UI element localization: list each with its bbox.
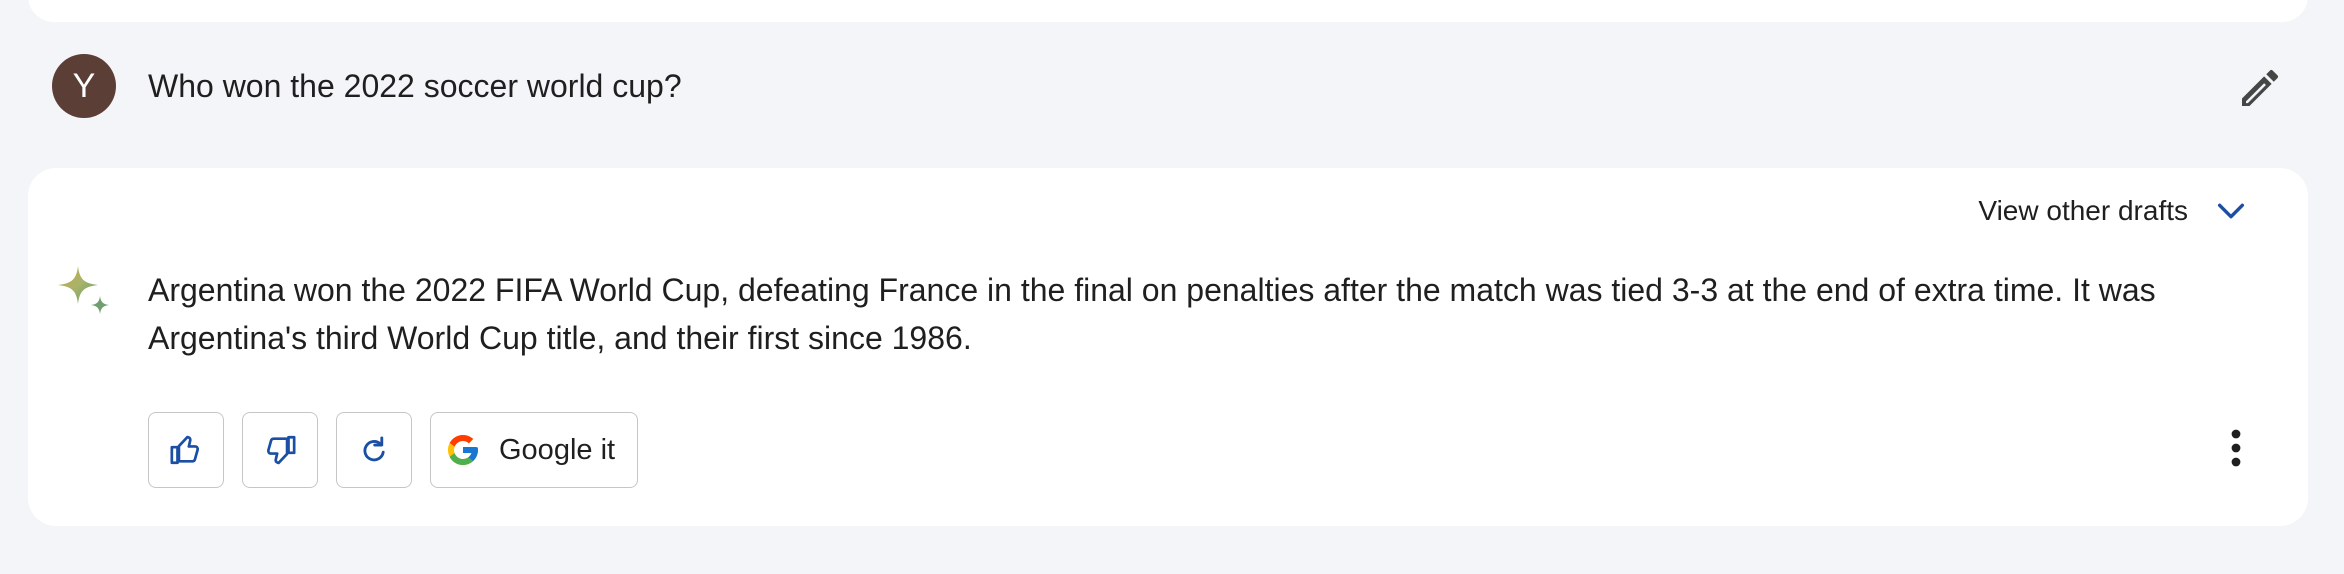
refresh-icon [363, 436, 385, 462]
google-it-label: Google it [499, 433, 616, 466]
regenerate-button[interactable] [336, 412, 412, 488]
thumbs-up-button[interactable] [148, 412, 224, 488]
google-it-button[interactable]: Google it [430, 412, 639, 488]
previous-response-card [28, 0, 2308, 22]
chevron-down-icon [2217, 203, 2245, 219]
thumbs-up-icon [170, 435, 200, 465]
response-actions: Google it [148, 412, 639, 488]
more-vert-icon [2231, 429, 2241, 467]
user-query-row: Y Who won the 2022 soccer world cup? [0, 50, 2344, 126]
thumbs-down-icon [266, 435, 296, 465]
response-text: Argentina won the 2022 FIFA World Cup, d… [148, 272, 2156, 356]
view-other-drafts-button[interactable]: View other drafts [1978, 194, 2248, 228]
pencil-icon [2242, 69, 2279, 106]
view-other-drafts-label: View other drafts [1978, 195, 2188, 226]
thumbs-down-button[interactable] [242, 412, 318, 488]
sparkle-icon [58, 266, 109, 314]
user-query-text: Who won the 2022 soccer world cup? [148, 68, 682, 104]
more-options-button[interactable] [2220, 424, 2252, 472]
user-avatar[interactable]: Y [52, 54, 116, 118]
google-g-icon [448, 435, 478, 465]
response-card: View other drafts Argentina won the 2022… [28, 168, 2308, 526]
edit-query-button[interactable] [2236, 64, 2284, 112]
